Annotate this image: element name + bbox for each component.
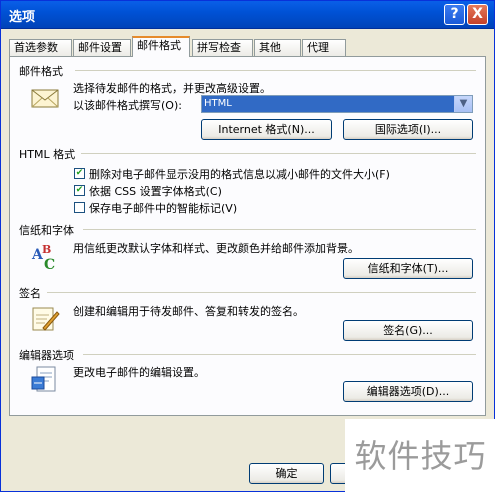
title-bar[interactable]: 选项 ? X — [1, 1, 494, 29]
editor-description: 更改电子邮件的编辑设置。 — [73, 366, 205, 379]
divider — [83, 229, 476, 230]
envelope-icon — [31, 89, 59, 108]
section-title-html-format: HTML 格式 — [19, 148, 76, 161]
compose-format-select[interactable]: HTML ▼ — [201, 95, 473, 113]
tab-delegates[interactable]: 代理 — [302, 39, 346, 56]
window-title: 选项 — [9, 10, 36, 25]
signature-button[interactable]: 签名(G)... — [343, 320, 473, 341]
divider — [81, 153, 476, 154]
tab-other[interactable]: 其他 — [254, 39, 301, 56]
divider — [83, 354, 476, 355]
checkbox-css-fonts[interactable]: ✔ — [74, 185, 85, 196]
checkbox-remove-formatting[interactable]: ✔ — [74, 168, 85, 179]
tab-spelling[interactable]: 拼写检查 — [192, 39, 253, 56]
fonts-abc-icon: A B C — [31, 243, 55, 273]
svg-text:C: C — [44, 257, 55, 273]
mail-format-description: 选择待发邮件的格式，并更改高级设置。 — [73, 82, 271, 95]
internet-format-button[interactable]: Internet 格式(N)... — [201, 119, 332, 140]
section-title-signature: 签名 — [19, 287, 41, 300]
close-button[interactable]: X — [467, 4, 488, 25]
signature-pen-icon — [32, 307, 60, 331]
stationery-fonts-button[interactable]: 信纸和字体(T)... — [343, 258, 473, 279]
css-fonts-label: 依据 CSS 设置字体格式(C) — [89, 185, 222, 198]
ok-button[interactable]: 确定 — [249, 463, 324, 484]
svg-text:B: B — [42, 243, 51, 256]
watermark: 软件技巧 — [345, 419, 495, 493]
section-title-mail-format: 邮件格式 — [19, 65, 63, 78]
divider — [75, 70, 476, 71]
compose-format-value: HTML — [202, 96, 454, 112]
options-dialog: 选项 ? X 首选参数 邮件设置 邮件格式 拼写检查 其他 代理 邮件格式 选择… — [0, 0, 495, 493]
smart-tags-label: 保存电子邮件中的智能标记(V) — [89, 202, 238, 215]
editor-options-button[interactable]: 编辑器选项(D)... — [343, 381, 473, 402]
international-options-button[interactable]: 国际选项(I)... — [343, 119, 473, 140]
stationery-description: 用信纸更改默认字体和样式、更改颜色并给邮件添加背景。 — [73, 242, 359, 255]
tab-mail-format[interactable]: 邮件格式 — [132, 36, 190, 57]
editor-document-icon — [31, 366, 56, 392]
divider — [47, 292, 476, 293]
tab-preferences[interactable]: 首选参数 — [9, 39, 72, 56]
section-title-stationery: 信纸和字体 — [19, 224, 74, 237]
help-button[interactable]: ? — [444, 4, 465, 25]
compose-format-label: 以该邮件格式撰写(O): — [73, 99, 182, 112]
checkbox-smart-tags[interactable] — [74, 202, 85, 213]
remove-formatting-label: 删除对电子邮件显示没用的格式信息以减小邮件的文件大小(F) — [89, 168, 390, 181]
tab-mail-setup[interactable]: 邮件设置 — [73, 39, 131, 56]
signature-description: 创建和编辑用于待发邮件、答复和转发的签名。 — [73, 305, 304, 318]
section-title-editor: 编辑器选项 — [19, 349, 74, 362]
chevron-down-icon[interactable]: ▼ — [454, 96, 472, 112]
